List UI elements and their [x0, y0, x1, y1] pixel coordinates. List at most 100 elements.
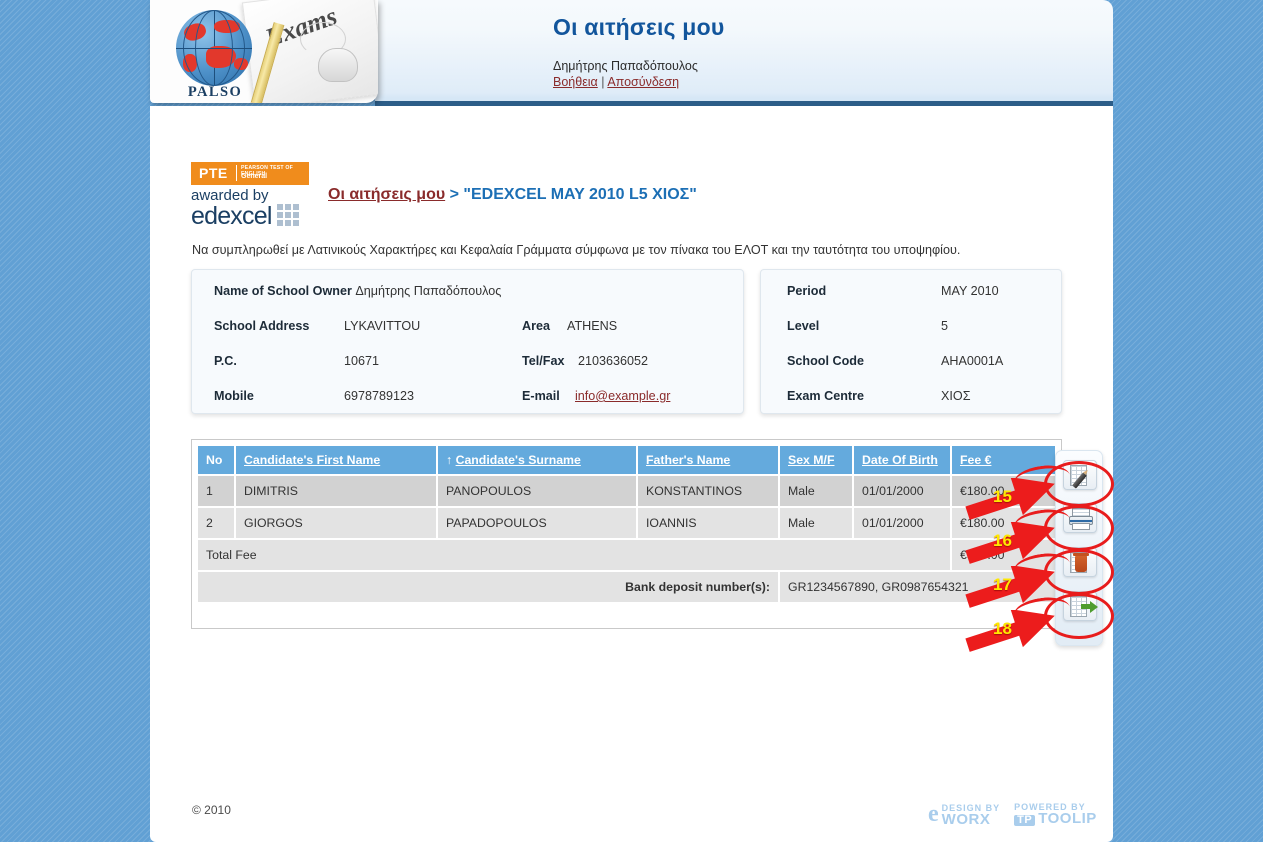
exam-info-panel: Period MAY 2010 Level 5 School Code AHA0…: [760, 269, 1062, 414]
column-label-no: No: [206, 453, 223, 467]
table-body: 1 DIMITRIS PANOPOULOS KONSTANTINOS Male …: [198, 476, 1055, 602]
exam-centre-label: Exam Centre: [787, 389, 864, 403]
bank-row: Bank deposit number(s): GR1234567890, GR…: [198, 572, 1055, 602]
print-button[interactable]: [1063, 503, 1097, 533]
table-head: No Candidate's First Name ↑ Candidate's …: [198, 446, 1055, 474]
column-header-sex[interactable]: Sex M/F: [780, 446, 852, 474]
footer-credits: e DESIGN BY WORX POWERED BY TP TOOLIP: [928, 800, 1097, 828]
copyright-text: © 2010: [192, 803, 231, 817]
cell-sex: Male: [780, 508, 852, 538]
owner-value: Δημήτρης Παπαδόπουλος: [355, 284, 502, 298]
cell-no: 1: [198, 476, 234, 506]
palso-globe-logo: PALSO: [162, 4, 268, 100]
cell-sex: Male: [780, 476, 852, 506]
column-label-dob[interactable]: Date Of Birth: [862, 453, 938, 467]
palso-wordmark: PALSO: [187, 84, 243, 100]
telfax-value: 2103636052: [578, 354, 649, 368]
column-label-surname[interactable]: Candidate's Surname: [456, 453, 581, 467]
column-label-fathers-name[interactable]: Father's Name: [646, 453, 730, 467]
column-header-first-name[interactable]: Candidate's First Name: [236, 446, 436, 474]
column-header-fee[interactable]: Fee €: [952, 446, 1055, 474]
edit-button[interactable]: [1063, 460, 1097, 490]
breadcrumb-separator: >: [449, 186, 459, 203]
globe-sphere: [176, 10, 252, 86]
breadcrumb: Οι αιτήσεις μου > "EDEXCEL MAY 2010 L5 Χ…: [328, 186, 697, 204]
column-header-dob[interactable]: Date Of Birth: [854, 446, 950, 474]
edexcel-wordmark: edexcel: [191, 202, 272, 230]
pte-edexcel-logo: PTE PEARSON TEST OF ENGLISH General awar…: [191, 162, 311, 230]
column-header-fathers-name[interactable]: Father's Name: [638, 446, 778, 474]
trash-icon: [1073, 553, 1089, 572]
delete-button[interactable]: [1063, 547, 1097, 577]
cell-surname: PAPADOPOULOS: [438, 508, 636, 538]
breadcrumb-root-link[interactable]: Οι αιτήσεις μου: [328, 186, 445, 203]
column-label-first-name[interactable]: Candidate's First Name: [244, 453, 380, 467]
owner-label: Name of School Owner: [214, 284, 352, 298]
help-link[interactable]: Βοήθεια: [553, 75, 598, 89]
bank-deposit-label: Bank deposit number(s):: [198, 572, 778, 602]
period-value: MAY 2010: [941, 284, 999, 298]
page-shell: Οι αιτήσεις μου Δημήτρης Παπαδόπουλος Βο…: [150, 0, 1113, 842]
level-label: Level: [787, 319, 820, 333]
total-fee-label: Total Fee: [198, 540, 950, 570]
address-label: School Address: [214, 319, 310, 333]
owner-row: Name of School Owner Δημήτρης Παπαδόπουλ…: [214, 284, 501, 298]
address-value: LYKAVITTOU: [344, 319, 421, 333]
mobile-value: 6978789123: [344, 389, 415, 403]
edexcel-dots-icon: [276, 204, 299, 226]
level-value: 5: [941, 319, 949, 333]
school-code-label: School Code: [787, 354, 864, 368]
eworx-logo-icon: e: [928, 801, 940, 827]
toolip-brand: TOOLIP: [1038, 810, 1097, 827]
cell-fee: €180.00: [952, 476, 1055, 506]
cell-first-name: GIORGOS: [236, 508, 436, 538]
mouse-icon: [318, 48, 358, 82]
exam-centre-value: ΧΙΟΣ: [941, 389, 971, 403]
cell-dob: 01/01/2000: [854, 508, 950, 538]
telfax-label: Tel/Fax: [522, 354, 565, 368]
table-row[interactable]: 1 DIMITRIS PANOPOULOS KONSTANTINOS Male …: [198, 476, 1055, 506]
cell-fee: €180.00: [952, 508, 1055, 538]
palso-logo-card[interactable]: Exams PALSO: [150, 0, 378, 103]
logged-in-user: Δημήτρης Παπαδόπουλος: [553, 59, 698, 73]
sort-asc-icon: ↑: [446, 453, 453, 467]
column-header-surname[interactable]: ↑ Candidate's Surname: [438, 446, 636, 474]
candidates-table: No Candidate's First Name ↑ Candidate's …: [196, 444, 1057, 604]
email-value: info@example.gr: [575, 389, 670, 403]
eworx-brand: WORX: [941, 811, 991, 828]
pte-code: PTE: [199, 165, 228, 181]
school-info-panel: Name of School Owner Δημήτρης Παπαδόπουλ…: [191, 269, 744, 414]
school-code-value: AHA0001A: [941, 354, 1004, 368]
header-band: Οι αιτήσεις μου Δημήτρης Παπαδόπουλος Βο…: [375, 0, 1113, 106]
total-fee-value: €360.00: [952, 540, 1055, 570]
cell-first-name: DIMITRIS: [236, 476, 436, 506]
toolip-brand-row: TP TOOLIP: [1014, 810, 1097, 827]
mobile-label: Mobile: [214, 389, 254, 403]
submit-button[interactable]: [1063, 591, 1098, 621]
cell-surname: PANOPOULOS: [438, 476, 636, 506]
pte-orange-bar: PTE PEARSON TEST OF ENGLISH General: [191, 162, 309, 185]
toolip-mark-icon: TP: [1014, 815, 1036, 826]
area-label: Area: [522, 319, 551, 333]
content-card: PTE PEARSON TEST OF ENGLISH General awar…: [150, 106, 1113, 842]
site-header: Οι αιτήσεις μου Δημήτρης Παπαδόπουλος Βο…: [150, 0, 1113, 106]
instructions-text: Να συμπληρωθεί με Λατινικούς Χαρακτήρες …: [192, 243, 961, 257]
total-row: Total Fee €360.00: [198, 540, 1055, 570]
area-value: ATHENS: [567, 319, 618, 333]
column-label-fee[interactable]: Fee €: [960, 453, 991, 467]
cell-dob: 01/01/2000: [854, 476, 950, 506]
bank-deposit-value: GR1234567890, GR0987654321: [780, 572, 1055, 602]
logout-link[interactable]: Αποσύνδεση: [607, 75, 679, 89]
printer-slot: [1070, 520, 1092, 522]
cell-fathers-name: KONSTANTINOS: [638, 476, 778, 506]
email-label: E-mail: [522, 389, 560, 403]
pc-value: 10671: [344, 354, 380, 368]
period-label: Period: [787, 284, 827, 298]
header-links: Βοήθεια | Αποσύνδεση: [553, 75, 679, 89]
email-link[interactable]: info@example.gr: [575, 389, 670, 403]
cell-no: 2: [198, 508, 234, 538]
column-label-sex[interactable]: Sex M/F: [788, 453, 834, 467]
table-row[interactable]: 2 GIORGOS PAPADOPOULOS IOANNIS Male 01/0…: [198, 508, 1055, 538]
link-separator: |: [601, 75, 605, 89]
column-header-no: No: [198, 446, 234, 474]
